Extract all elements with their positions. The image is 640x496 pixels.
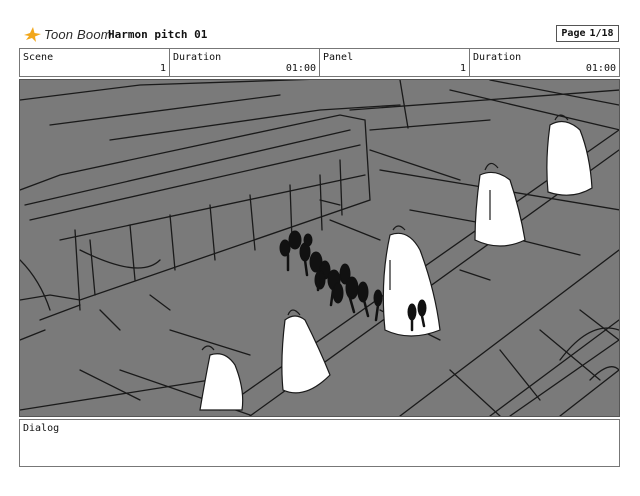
panel-value: 1 — [459, 63, 466, 74]
panel-label: Panel — [323, 52, 354, 63]
scene-duration-label: Duration — [173, 52, 222, 63]
dialog-box: Dialog — [19, 419, 620, 467]
brand-name: Toon Boom — [44, 26, 112, 42]
page-label: Page — [561, 28, 586, 39]
toon-boom-logo-icon — [24, 27, 41, 42]
dialog-label: Dialog — [23, 423, 60, 434]
scene-duration-value: 01:00 — [285, 63, 316, 74]
panel-duration-label: Duration — [473, 52, 522, 63]
panel-duration-value: 01:00 — [585, 63, 616, 74]
scene-duration-cell: Duration 01:00 — [170, 49, 320, 76]
page-number: 1/18 — [589, 28, 614, 39]
scene-cell: Scene 1 — [20, 49, 170, 76]
page-indicator: Page 1/18 — [556, 25, 619, 42]
panel-sketch — [20, 80, 619, 416]
scene-value: 1 — [159, 63, 166, 74]
storyboard-panel — [19, 79, 620, 417]
scene-label: Scene — [23, 52, 54, 63]
toon-boom-logo: Toon Boom — [22, 24, 112, 44]
panel-info-row: Scene 1 Duration 01:00 Panel 1 Duration … — [19, 48, 620, 77]
panel-cell: Panel 1 — [320, 49, 470, 76]
project-title: Harmon pitch 01 — [108, 28, 208, 41]
panel-duration-cell: Duration 01:00 — [470, 49, 619, 76]
